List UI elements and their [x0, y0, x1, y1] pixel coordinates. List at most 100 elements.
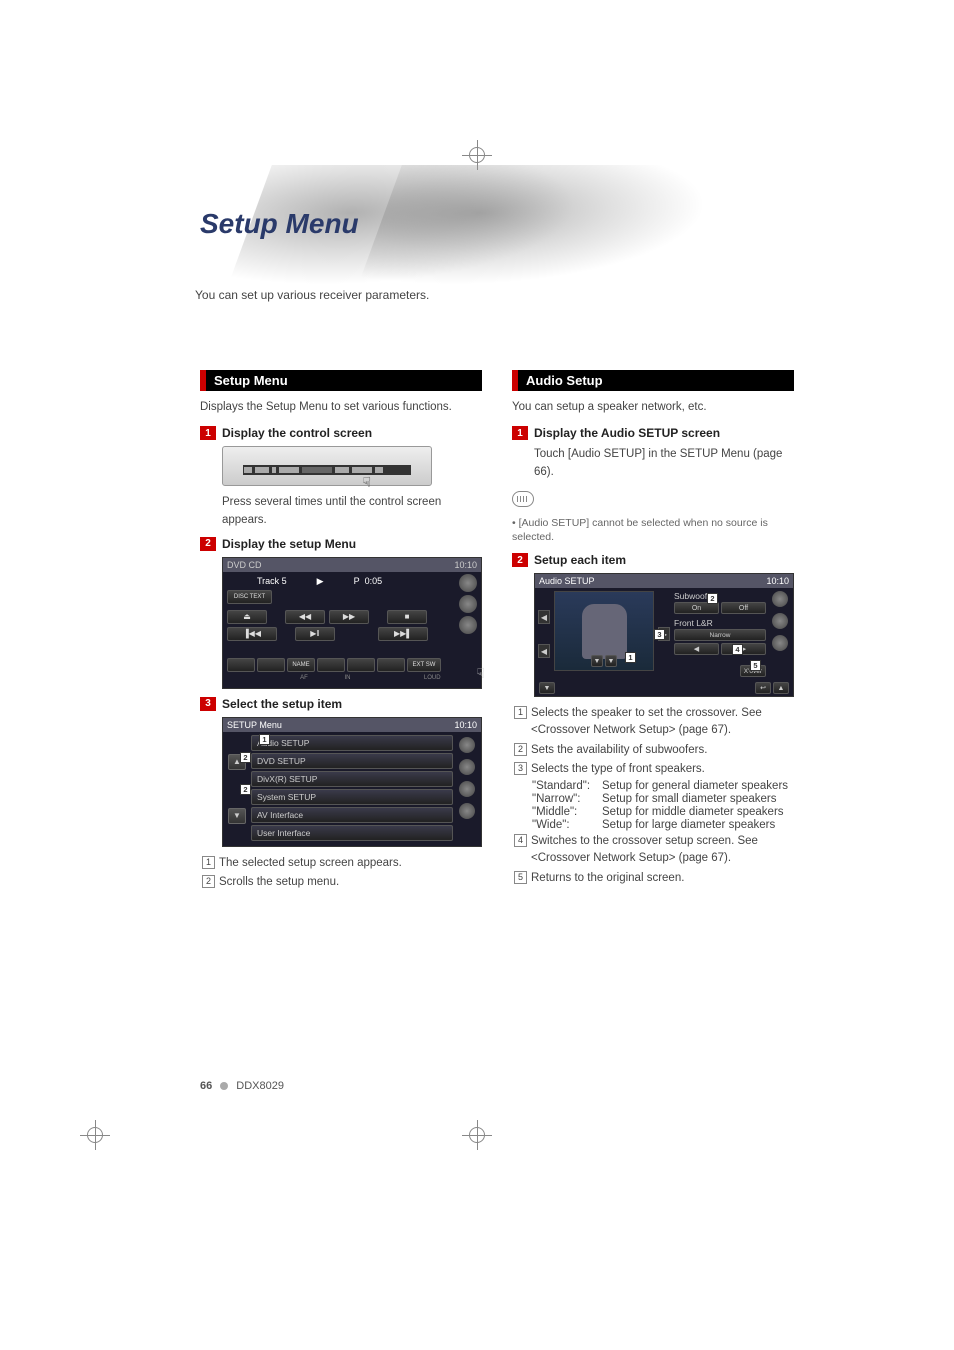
setup-menu-time: 10:10: [454, 720, 477, 730]
subwoofer-label: Subwoofer: [674, 591, 766, 601]
side-icon-r3[interactable]: [459, 781, 475, 797]
audio-side-2[interactable]: [772, 613, 788, 629]
left-note-1: 1 The selected setup screen appears.: [202, 855, 482, 872]
side-icon-2[interactable]: [459, 595, 477, 613]
callout-a5: 5: [750, 660, 761, 671]
step-title-2: Display the setup Menu: [222, 537, 356, 551]
timecode: 0:05: [365, 576, 383, 586]
track-label: Track 5: [257, 576, 287, 586]
marker-r4: 4: [514, 834, 527, 847]
step-number-3: 3: [200, 697, 216, 711]
car-diagram: ▼ ▼: [554, 591, 654, 671]
audio-top-button[interactable]: ▲: [773, 682, 789, 694]
audio-side-3[interactable]: [772, 635, 788, 651]
speaker-left-prev2[interactable]: ◀: [538, 644, 550, 658]
car-speaker-2[interactable]: ▼: [605, 655, 617, 667]
menu-item-system[interactable]: System SETUP: [251, 789, 453, 805]
side-icon-r2[interactable]: [459, 759, 475, 775]
right-step-2: 2 Setup each item: [512, 553, 794, 567]
stop-button[interactable]: ■: [387, 610, 427, 624]
right-column: Audio Setup You can setup a speaker netw…: [512, 370, 794, 893]
disctext-button[interactable]: DISC TEXT: [227, 590, 272, 604]
callout-a4: 4: [732, 644, 743, 655]
marker-r5: 5: [514, 871, 527, 884]
speaker-type-table: "Standard":Setup for general diameter sp…: [532, 780, 794, 831]
right-item-3: 3 Selects the type of front speakers.: [514, 761, 794, 778]
audio-return-button[interactable]: ↩: [755, 682, 771, 694]
registration-mark-bottom: [462, 1120, 492, 1150]
menu-item-audio[interactable]: Audio SETUP: [251, 735, 453, 751]
speaker-left-prev[interactable]: ◀: [538, 610, 550, 624]
pointer-icon: ☟: [362, 474, 371, 491]
right-item-1: 1 Selects the speaker to set the crossov…: [514, 705, 794, 740]
title-area: Setup Menu: [170, 170, 620, 290]
step-number-1: 1: [200, 426, 216, 440]
callout-1: 1: [259, 734, 270, 745]
side-icon-r1[interactable]: [459, 737, 475, 753]
menu-item-divx[interactable]: DivX(R) SETUP: [251, 771, 453, 787]
callout-2b: 2: [240, 784, 251, 795]
p-label: P: [354, 576, 360, 586]
step-1: 1 Display the control screen: [200, 426, 482, 440]
subwoofer-off-button[interactable]: Off: [721, 602, 766, 614]
right-item-2: 2 Sets the availability of subwoofers.: [514, 742, 794, 759]
menu-item-av[interactable]: AV Interface: [251, 807, 453, 823]
scroll-down-button[interactable]: ▼: [228, 808, 246, 824]
dvd-screen-image: DVD CD 10:10 Track 5 ▶ P 0:05 DISC TEXT …: [222, 557, 482, 689]
left-note-2: 2 Scrolls the setup menu.: [202, 874, 482, 891]
step-3: 3 Select the setup item: [200, 697, 482, 711]
footer-dot-icon: [220, 1082, 228, 1090]
right-step-1-text: Touch [Audio SETUP] in the SETUP Menu (p…: [534, 446, 794, 481]
right-step-number-2: 2: [512, 553, 528, 567]
right-item-4: 4 Switches to the crossover setup screen…: [514, 833, 794, 868]
side-icon-r4[interactable]: [459, 803, 475, 819]
step-1-note: Press several times until the control sc…: [222, 494, 482, 529]
dvd-time: 10:10: [454, 560, 477, 570]
side-icon-3[interactable]: [459, 616, 477, 634]
right-step-title-2: Setup each item: [534, 553, 626, 567]
page-number: 66: [200, 1080, 212, 1092]
car-speaker-1[interactable]: ▼: [591, 655, 603, 667]
step-title-3: Select the setup item: [222, 697, 342, 711]
af-label: AF: [300, 675, 308, 681]
audio-side-1[interactable]: [772, 591, 788, 607]
pause-button[interactable]: ▶‖: [295, 627, 335, 641]
section-bar-setup-menu: Setup Menu: [200, 370, 482, 391]
page-footer: 66 DDX8029: [200, 1080, 284, 1092]
left-column: Setup Menu Displays the Setup Menu to se…: [200, 370, 482, 893]
marker-r1: 1: [514, 706, 527, 719]
audio-bottom-left[interactable]: ▼: [539, 682, 555, 694]
registration-mark-left: [80, 1120, 110, 1150]
front-next-button[interactable]: ▶: [721, 643, 766, 655]
audio-setup-screen-image: Audio SETUP 10:10 1 2 3 4 5 ◀ ◀ ▼: [534, 573, 794, 697]
extsw-button[interactable]: EXT SW: [407, 658, 441, 672]
prev-button[interactable]: ▐◀◀: [227, 627, 277, 641]
play-icon: ▶: [317, 576, 324, 587]
right-step-number-1: 1: [512, 426, 528, 440]
rewind-button[interactable]: ◀◀: [285, 610, 325, 624]
side-icon-1[interactable]: [459, 574, 477, 592]
right-step-1: 1 Display the Audio SETUP screen: [512, 426, 794, 440]
page-title: Setup Menu: [200, 208, 359, 240]
name-button[interactable]: NAME: [287, 658, 315, 672]
step-2: 2 Display the setup Menu: [200, 537, 482, 551]
step-number-2: 2: [200, 537, 216, 551]
front-label: Front L&R: [674, 618, 766, 628]
loud-label: LOUD: [424, 675, 441, 681]
callout-a3: 3: [654, 629, 665, 640]
menu-item-dvd[interactable]: DVD SETUP: [251, 753, 453, 769]
audio-time: 10:10: [766, 576, 789, 586]
setup-menu-intro: Displays the Setup Menu to set various f…: [200, 399, 482, 416]
eject-button[interactable]: ⏏: [227, 610, 267, 624]
forward-button[interactable]: ▶▶: [329, 610, 369, 624]
callout-a2: 2: [707, 593, 718, 604]
audio-setup-intro: You can setup a speaker network, etc.: [512, 399, 794, 416]
setup-menu-screen-image: SETUP Menu 10:10 1 2 2 ▲ ▼ Audio SETUP D…: [222, 717, 482, 847]
front-prev-button[interactable]: ◀: [674, 643, 719, 655]
marker-2: 2: [202, 875, 215, 888]
marker-r3: 3: [514, 762, 527, 775]
marker-r2: 2: [514, 743, 527, 756]
menu-item-ui[interactable]: User Interface: [251, 825, 453, 841]
callout-2a: 2: [240, 752, 251, 763]
next-button[interactable]: ▶▶▌: [378, 627, 428, 641]
